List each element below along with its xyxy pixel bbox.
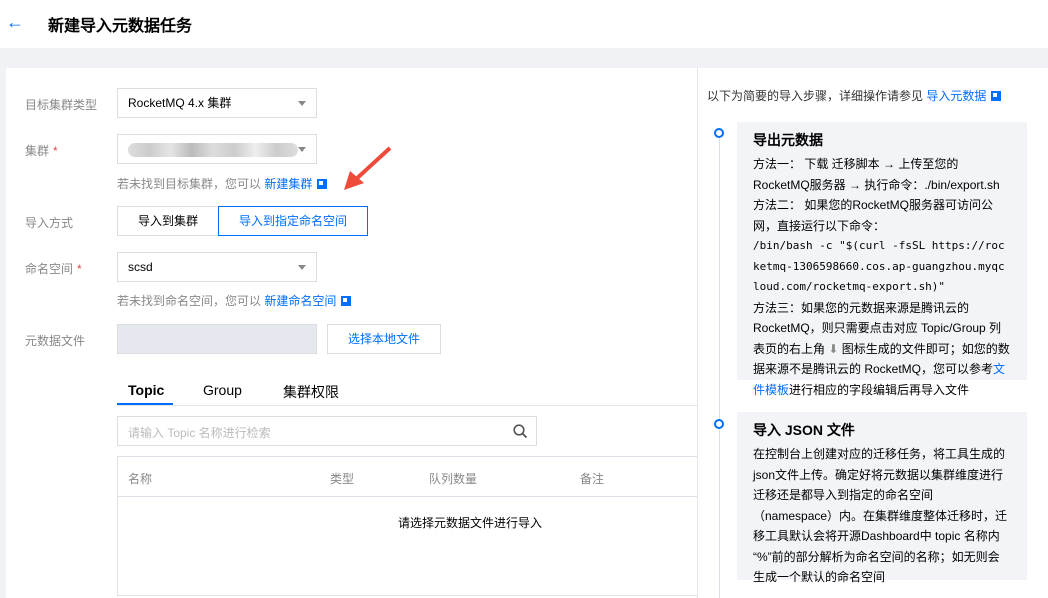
page-header: ← 新建导入元数据任务 <box>0 0 1048 48</box>
chevron-down-icon <box>298 265 306 270</box>
namespace-value: scsd <box>128 260 153 274</box>
panel-divider <box>697 68 698 598</box>
cluster-type-label: 目标集群类型 <box>25 98 98 112</box>
cluster-hint: 若未找到目标集群，您可以 新建集群 <box>117 175 328 192</box>
redacted-cluster-value <box>128 143 298 157</box>
table-header: 名称 类型 队列数量 备注 <box>118 457 697 497</box>
topic-search-input[interactable]: 请输入 Topic 名称进行检索 <box>117 416 537 446</box>
cluster-type-value: RocketMQ 4.x 集群 <box>128 96 232 110</box>
import-to-cluster-option[interactable]: 导入到集群 <box>117 206 219 236</box>
topic-table: 名称 类型 队列数量 备注 请选择元数据文件进行导入 <box>117 456 698 596</box>
create-namespace-link[interactable]: 新建命名空间 <box>264 294 336 308</box>
method-3-text-3: 进行相应的字段编辑后再导入文件 <box>789 382 970 397</box>
method-1: 方法一： 下载 迁移脚本 → 上传至您的 RocketMQ服务器 → 执行命令：… <box>753 157 1000 192</box>
cluster-hint-text: 若未找到目标集群，您可以 <box>117 177 262 191</box>
file-input[interactable] <box>117 324 317 354</box>
required-mark: * <box>77 262 82 276</box>
file-label: 元数据文件 <box>25 334 86 348</box>
import-metadata-doc-link[interactable]: 导入元数据 <box>926 89 986 103</box>
search-placeholder: 请输入 Topic 名称进行检索 <box>128 426 271 440</box>
step-2-dot-icon <box>714 419 724 429</box>
namespace-hint: 若未找到命名空间，您可以 新建命名空间 <box>117 292 352 309</box>
cluster-label: 集群 * <box>25 142 58 159</box>
tab-topic[interactable]: Topic <box>128 382 164 398</box>
method-2: 方法二： 如果您的RocketMQ服务器可访问公网，直接运行以下命令： <box>753 198 994 233</box>
column-remark: 备注 <box>580 472 605 486</box>
download-icon: ⬇ <box>828 341 839 356</box>
method-3: 方法三：如果您的元数据来源是腾讯云的 RocketMQ，则只需要点击对应 Top… <box>753 298 1011 401</box>
choose-file-button[interactable]: 选择本地文件 <box>327 324 441 354</box>
namespace-label-text: 命名空间 <box>25 262 74 276</box>
timeline-line <box>719 138 720 598</box>
chevron-down-icon <box>298 101 306 106</box>
step-export-card: 导出元数据 方法一： 下载 迁移脚本 → 上传至您的 RocketMQ服务器 →… <box>737 122 1027 397</box>
step-import-json-card: 导入 JSON 文件 在控制台上创建对应的迁移任务，将工具生成的json文件上传… <box>737 412 1027 584</box>
tab-group[interactable]: Group <box>203 382 242 398</box>
namespace-select[interactable]: scsd <box>117 252 317 282</box>
namespace-label: 命名空间 * <box>25 260 82 277</box>
export-command: /bin/bash -c "$(curl -fsSL https://rocke… <box>753 239 1005 293</box>
step-1-dot-icon <box>714 128 724 138</box>
cluster-select[interactable] <box>117 134 317 164</box>
external-link-icon <box>341 296 352 306</box>
step-1-title: 导出元数据 <box>753 132 823 148</box>
step-2-title: 导入 JSON 文件 <box>753 422 855 438</box>
arrow-left-icon[interactable]: ← <box>6 12 24 33</box>
import-to-namespace-option[interactable]: 导入到指定命名空间 <box>218 206 368 236</box>
required-mark: * <box>53 144 58 158</box>
external-link-icon <box>317 179 328 189</box>
page-title: 新建导入元数据任务 <box>48 18 193 35</box>
guide-intro: 以下为简要的导入步骤，详细操作请参见 导入元数据 <box>707 86 1002 106</box>
column-name: 名称 <box>128 472 153 486</box>
step-1-body: 方法一： 下载 迁移脚本 → 上传至您的 RocketMQ服务器 → 执行命令：… <box>753 154 1011 400</box>
search-icon[interactable] <box>513 424 528 439</box>
tabs-divider <box>117 405 697 406</box>
table-empty-message: 请选择元数据文件进行导入 <box>398 516 543 530</box>
column-type: 类型 <box>330 472 355 486</box>
namespace-hint-text: 若未找到命名空间，您可以 <box>117 294 262 308</box>
create-cluster-link[interactable]: 新建集群 <box>264 177 312 191</box>
external-link-icon <box>991 91 1002 101</box>
column-queue-count: 队列数量 <box>429 472 478 486</box>
cluster-label-text: 集群 <box>25 144 50 158</box>
cluster-type-select[interactable]: RocketMQ 4.x 集群 <box>117 88 317 118</box>
annotation-arrow-icon <box>344 146 392 190</box>
tab-cluster-permissions[interactable]: 集群权限 <box>283 382 339 402</box>
import-mode-label: 导入方式 <box>25 216 74 230</box>
step-2-body: 在控制台上创建对应的迁移任务，将工具生成的json文件上传。确定好将元数据以集群… <box>753 447 1008 584</box>
guide-intro-text: 以下为简要的导入步骤，详细操作请参见 <box>707 89 924 103</box>
chevron-down-icon <box>298 147 306 152</box>
